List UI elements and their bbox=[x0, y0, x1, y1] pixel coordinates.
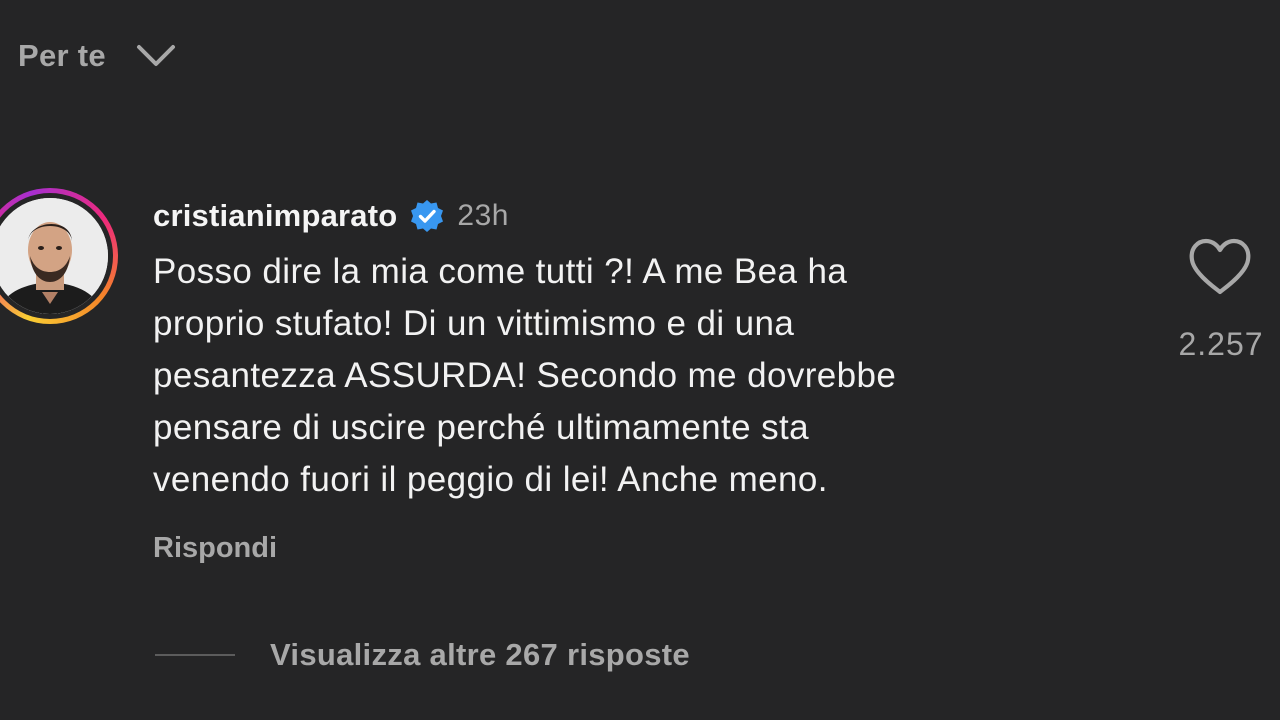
comments-screen: Per te cristianimparato 23h Posso dire l… bbox=[0, 0, 1280, 720]
view-more-replies-button[interactable]: Visualizza altre 267 risposte bbox=[155, 637, 690, 673]
avatar-image bbox=[0, 198, 108, 314]
comment: cristianimparato 23h Posso dire la mia c… bbox=[153, 192, 1113, 565]
comment-timestamp: 23h bbox=[457, 199, 509, 232]
view-more-replies-label: Visualizza altre 267 risposte bbox=[270, 637, 690, 672]
sort-filter-label: Per te bbox=[18, 38, 106, 73]
chevron-down-icon[interactable] bbox=[136, 43, 176, 69]
like-count: 2.257 bbox=[1178, 326, 1264, 362]
heart-outline-icon[interactable] bbox=[1188, 238, 1252, 296]
username[interactable]: cristianimparato bbox=[153, 198, 397, 234]
replies-divider-line bbox=[155, 654, 235, 656]
verified-badge-icon bbox=[410, 199, 444, 233]
avatar-ring-gap bbox=[0, 193, 113, 319]
story-ring[interactable] bbox=[0, 188, 118, 324]
reply-button[interactable]: Rispondi bbox=[153, 532, 277, 565]
comment-text: Posso dire la mia come tutti ?! A me Bea… bbox=[153, 252, 897, 499]
avatar[interactable] bbox=[0, 198, 108, 314]
sort-filter-dropdown[interactable]: Per te bbox=[18, 38, 176, 74]
comment-header: cristianimparato 23h bbox=[153, 192, 1113, 240]
